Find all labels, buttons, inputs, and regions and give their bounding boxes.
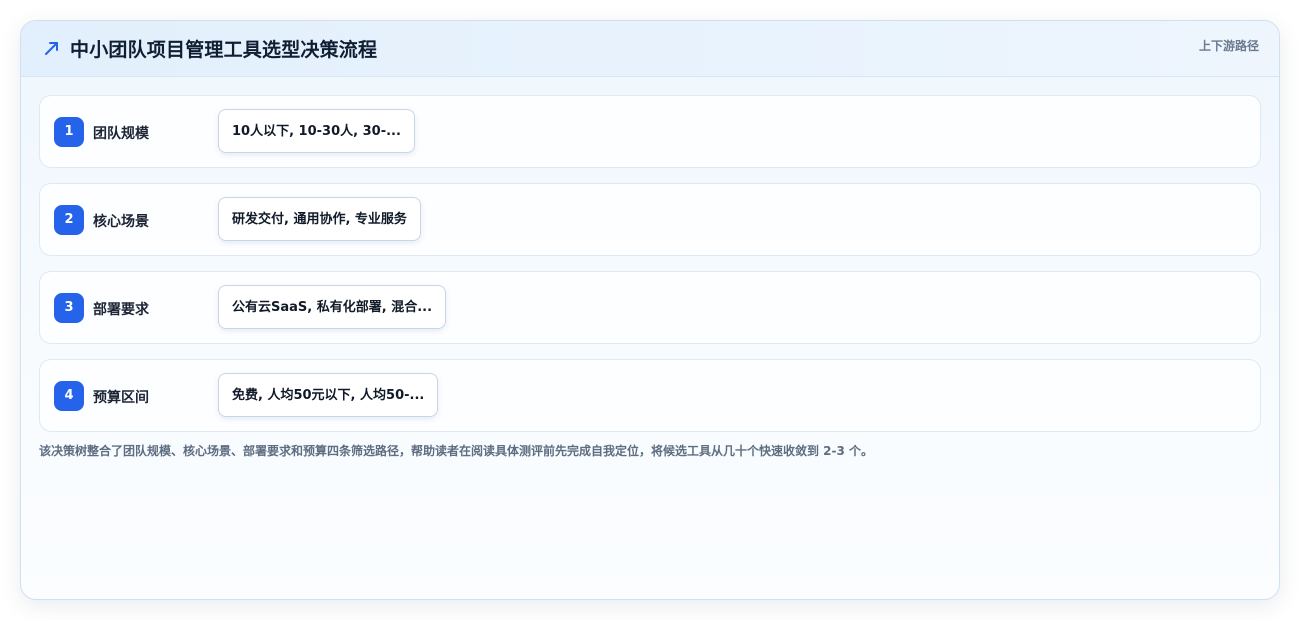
step-label: 团队规模 bbox=[93, 126, 149, 142]
step-options-chip[interactable]: 研发交付, 通用协作, 专业服务 bbox=[218, 197, 421, 241]
step-options-chip[interactable]: 10人以下, 10-30人, 30-... bbox=[218, 109, 415, 153]
step-options-chip[interactable]: 免费, 人均50元以下, 人均50-... bbox=[218, 373, 439, 417]
step-row-core-scenario: 2 核心场景 研发交付, 通用协作, 专业服务 bbox=[39, 183, 1261, 256]
step-list: 1 团队规模 10人以下, 10-30人, 30-... 2 核心场景 研发交付… bbox=[39, 95, 1261, 447]
step-options-chip[interactable]: 公有云SaaS, 私有化部署, 混合... bbox=[218, 285, 447, 329]
path-tag: 上下游路径 bbox=[1198, 39, 1259, 53]
step-label: 核心场景 bbox=[93, 214, 149, 230]
step-number-badge: 4 bbox=[54, 381, 84, 411]
decision-flow-card: 中小团队项目管理工具选型决策流程 上下游路径 1 团队规模 10人以下, 10-… bbox=[20, 20, 1280, 600]
page-title: 中小团队项目管理工具选型决策流程 bbox=[70, 39, 378, 61]
step-row-deployment: 3 部署要求 公有云SaaS, 私有化部署, 混合... bbox=[39, 271, 1261, 344]
step-label: 部署要求 bbox=[93, 302, 149, 318]
step-number-badge: 1 bbox=[54, 117, 84, 147]
step-label: 预算区间 bbox=[93, 390, 149, 406]
flow-caption: 该决策树整合了团队规模、核心场景、部署要求和预算四条筛选路径，帮助读者在阅读具体… bbox=[39, 444, 874, 458]
card-header: 中小团队项目管理工具选型决策流程 上下游路径 bbox=[21, 21, 1279, 77]
step-row-team-size: 1 团队规模 10人以下, 10-30人, 30-... bbox=[39, 95, 1261, 168]
step-number-badge: 2 bbox=[54, 205, 84, 235]
step-number-badge: 3 bbox=[54, 293, 84, 323]
step-row-budget: 4 预算区间 免费, 人均50元以下, 人均50-... bbox=[39, 359, 1261, 432]
trend-arrow-icon bbox=[45, 42, 58, 55]
